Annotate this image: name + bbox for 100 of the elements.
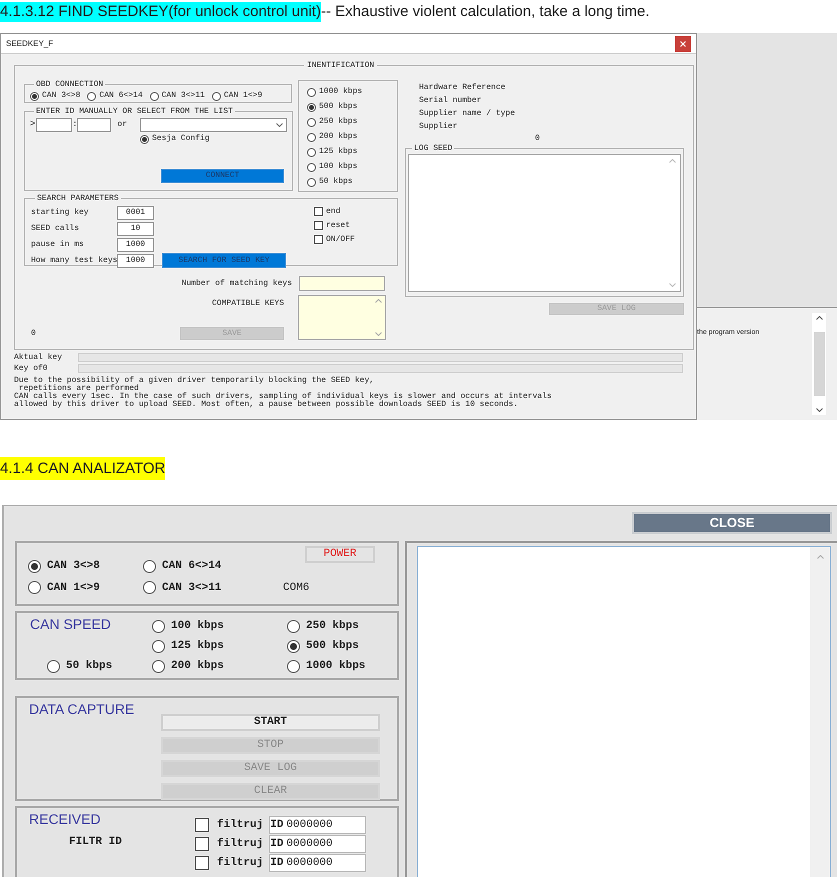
radio-label: 500 kbps bbox=[319, 101, 358, 113]
checkbox[interactable] bbox=[314, 235, 323, 244]
radio-label: 200 kbps bbox=[319, 131, 358, 143]
group-label: OBD CONNECTION bbox=[35, 80, 104, 89]
input-field[interactable]: ID 0000000 bbox=[269, 854, 366, 872]
radio-button[interactable] bbox=[307, 148, 316, 156]
input-field[interactable] bbox=[36, 118, 72, 132]
radio-label: 200 kbps bbox=[171, 658, 224, 674]
radio-label: CAN 6<>14 bbox=[99, 90, 143, 102]
radio-button[interactable] bbox=[307, 88, 316, 96]
chevron-down-icon bbox=[276, 123, 283, 127]
field-label: How many test keys bbox=[31, 254, 117, 266]
power-button[interactable]: POWER bbox=[305, 546, 375, 563]
panel-title: DATA CAPTURE bbox=[28, 700, 136, 719]
input-field[interactable] bbox=[299, 276, 385, 291]
radio-button[interactable] bbox=[152, 640, 165, 652]
checkbox[interactable] bbox=[195, 837, 209, 851]
radio-label: CAN 6<>14 bbox=[162, 559, 222, 574]
group-label: SEARCH PARAMETERS bbox=[36, 194, 120, 203]
checkbox[interactable] bbox=[314, 221, 323, 230]
group-label: INENTIFICATION bbox=[306, 61, 376, 70]
radio-label: 50 kbps bbox=[66, 658, 112, 674]
connect-button[interactable]: CONNECT bbox=[161, 169, 284, 183]
radio-button[interactable] bbox=[307, 118, 316, 126]
chevron-down-icon bbox=[816, 408, 822, 412]
checkbox-label: filtruj bbox=[217, 836, 264, 852]
input-field[interactable] bbox=[77, 118, 112, 132]
radio-button[interactable] bbox=[30, 92, 39, 100]
radio-button[interactable] bbox=[28, 581, 41, 594]
radio-button[interactable] bbox=[152, 620, 165, 632]
input-field[interactable]: ID 0000000 bbox=[269, 835, 366, 853]
radio-button[interactable] bbox=[307, 178, 316, 186]
input-field[interactable]: 10 bbox=[117, 222, 154, 236]
radio-label: CAN 3<>11 bbox=[162, 580, 222, 596]
counter-text: 0 bbox=[31, 328, 36, 340]
chevron-up-icon bbox=[816, 555, 824, 559]
radio-label: CAN 1<>9 bbox=[47, 580, 100, 596]
checkbox-label: ON/OFF bbox=[326, 234, 355, 246]
radio-button[interactable] bbox=[47, 660, 60, 672]
radio-label: CAN 3<>8 bbox=[42, 90, 80, 102]
field-label: pause in ms bbox=[31, 238, 85, 250]
input-field[interactable]: 1000 bbox=[117, 238, 154, 252]
window-title: SEEDKEY_F bbox=[6, 38, 54, 50]
progress-label: Aktual key bbox=[14, 352, 64, 364]
radio-button[interactable] bbox=[287, 660, 300, 672]
close-button[interactable] bbox=[675, 36, 691, 52]
checkbox[interactable] bbox=[195, 818, 209, 832]
search-button[interactable]: SEARCH FOR SEED KEY bbox=[162, 253, 286, 268]
radio-button[interactable] bbox=[150, 92, 159, 100]
panel-title: RECEIVED bbox=[29, 811, 102, 827]
radio-button[interactable] bbox=[87, 92, 96, 100]
info-label: Hardware Reference bbox=[419, 82, 506, 94]
field-label: SEED calls bbox=[31, 222, 80, 234]
progress-label: Key of0 bbox=[14, 362, 49, 374]
capture-button[interactable]: START bbox=[161, 714, 380, 731]
chevron-up-icon bbox=[375, 299, 382, 303]
info-label: Serial number bbox=[419, 95, 482, 107]
radio-label: 125 kbps bbox=[171, 638, 224, 654]
panel-title: CAN SPEED bbox=[30, 616, 112, 634]
description-text: Due to the possibility of a given driver temporarily blocking the SEED key, repetitions are performed CAN calls every 1sec. In the case of such drivers, sampling of individual keys is slower and occurs at intervals allowed by this driver to upload SEED. Most often, a pause between possible downloads SEED is 10 seconds. bbox=[14, 377, 553, 409]
prompt-text: > bbox=[30, 118, 36, 132]
field-label: COMPATIBLE KEYS bbox=[211, 298, 286, 310]
checkbox[interactable] bbox=[314, 207, 323, 216]
field-label: FILTR ID bbox=[68, 835, 123, 850]
radio-button[interactable] bbox=[28, 560, 41, 573]
input-field[interactable]: 0001 bbox=[117, 206, 154, 220]
info-label: Supplier bbox=[419, 121, 458, 133]
close-icon bbox=[680, 40, 686, 46]
radio-label: CAN 3<>8 bbox=[47, 559, 100, 574]
radio-label: 125 kbps bbox=[319, 146, 358, 158]
chevron-up-icon bbox=[816, 316, 822, 320]
radio-label: 1000 kbps bbox=[306, 658, 366, 674]
radio-label: 100 kbps bbox=[319, 161, 358, 173]
radio-button[interactable] bbox=[152, 660, 165, 672]
input-field[interactable]: 1000 bbox=[117, 254, 154, 268]
or-label: or bbox=[117, 119, 128, 131]
input-field[interactable]: ID 0000000 bbox=[269, 816, 366, 834]
radio-button[interactable] bbox=[143, 560, 156, 573]
info-label: Supplier name / type bbox=[419, 108, 516, 120]
checkbox-label: filtruj bbox=[217, 856, 264, 871]
checkbox-label: end bbox=[326, 206, 340, 218]
info-value: 0 bbox=[534, 133, 541, 144]
radio-button[interactable] bbox=[140, 134, 149, 144]
radio-button[interactable] bbox=[287, 620, 300, 632]
section-heading: 4.1.4 CAN ANALIZATOR bbox=[0, 457, 166, 480]
checkbox[interactable] bbox=[195, 856, 209, 870]
scrollbar[interactable] bbox=[812, 313, 826, 415]
radio-button[interactable] bbox=[307, 102, 316, 112]
radio-button[interactable] bbox=[212, 92, 221, 100]
checkbox-label: filtruj bbox=[217, 818, 264, 833]
group-label: LOG SEED bbox=[413, 144, 454, 153]
close-button[interactable]: CLOSE bbox=[632, 512, 832, 534]
radio-button[interactable] bbox=[143, 581, 156, 594]
radio-button[interactable] bbox=[307, 132, 316, 142]
chevron-down-icon bbox=[375, 332, 382, 336]
radio-button[interactable] bbox=[307, 162, 316, 172]
radio-button[interactable] bbox=[287, 640, 300, 652]
checkbox-label: reset bbox=[326, 220, 350, 232]
field-label: Number of matching keys bbox=[180, 278, 292, 290]
radio-label: 100 kbps bbox=[171, 618, 224, 634]
